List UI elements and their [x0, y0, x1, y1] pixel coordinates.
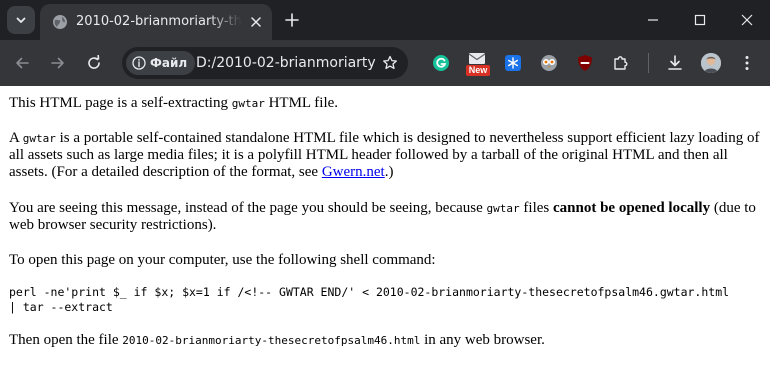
browser-menu-button[interactable] — [736, 52, 758, 74]
active-tab[interactable]: 2010-02-brianmoriarty-thesecretofpsalm46… — [40, 4, 272, 40]
kebab-menu-icon — [745, 56, 749, 70]
bold-warning: cannot be opened locally — [552, 200, 711, 216]
snowflake-icon — [505, 55, 521, 71]
reload-button[interactable] — [80, 49, 108, 77]
warning-paragraph: You are seeing this message, instead of … — [9, 200, 761, 234]
p3-text-middle: files — [519, 200, 553, 216]
info-icon — [132, 56, 146, 70]
minimize-button[interactable] — [633, 4, 673, 36]
html-filename-code: 2010-02-brianmoriarty-thesecretofpsalm46… — [122, 334, 421, 347]
open-file-paragraph: Then open the file 2010-02-brianmoriarty… — [9, 332, 761, 349]
puzzle-icon — [614, 56, 628, 70]
url-text[interactable]: D:/2010-02-brianmoriarty-thesecretofpsal… — [196, 54, 376, 72]
ublock-extension[interactable] — [574, 52, 596, 74]
p1-text: This HTML page is a self-extracting — [9, 95, 232, 111]
gwtar-code: gwtar — [486, 202, 520, 215]
command-line-2: | tar --extract — [9, 300, 113, 314]
window-close-button[interactable] — [727, 4, 767, 36]
close-icon — [741, 14, 753, 26]
grammarly-extension[interactable] — [430, 52, 452, 74]
gwtar-code: gwtar — [231, 97, 265, 110]
maximize-button[interactable] — [680, 4, 720, 36]
owl-extension[interactable] — [538, 52, 560, 74]
profile-avatar[interactable] — [701, 53, 721, 73]
instruction-paragraph: To open this page on your computer, use … — [9, 252, 436, 268]
p2-text-end: .) — [384, 164, 394, 180]
chevron-down-icon — [16, 17, 26, 23]
gwtar-code: gwtar — [22, 132, 56, 145]
reload-icon — [88, 55, 100, 69]
new-tab-button[interactable] — [280, 8, 304, 32]
page-content: This HTML page is a self-extracting gwta… — [0, 86, 770, 386]
downloads-button[interactable] — [664, 52, 686, 74]
p5-text-start: Then open the file — [9, 332, 123, 348]
tab-title: 2010-02-brianmoriarty-thesecretofpsalm46… — [76, 14, 242, 29]
address-bar[interactable]: Файл D:/2010-02-brianmoriarty-thesecreto… — [122, 47, 408, 79]
back-arrow-icon — [16, 57, 29, 69]
tab-search-button[interactable] — [7, 6, 35, 34]
toolbar-divider — [648, 53, 649, 73]
plus-icon — [285, 13, 299, 27]
maximize-icon — [694, 14, 706, 26]
command-line-1: perl -ne'print $_ if $x; $x=1 if /<!-- G… — [9, 285, 730, 299]
forward-button[interactable] — [44, 49, 72, 77]
snowflake-extension[interactable] — [502, 52, 524, 74]
minimize-icon — [648, 19, 658, 21]
gwern-link[interactable]: Gwern.net — [322, 164, 385, 180]
site-chip-label: Файл — [150, 56, 188, 70]
p1-text-end: HTML file. — [264, 95, 339, 111]
extensions-menu-button[interactable] — [610, 52, 632, 74]
grammarly-icon — [433, 55, 449, 71]
intro-paragraph: This HTML page is a self-extracting gwta… — [9, 95, 761, 112]
user-photo-icon — [701, 53, 721, 73]
back-button[interactable] — [8, 49, 36, 77]
owl-icon — [541, 55, 557, 71]
bookmark-button[interactable] — [378, 51, 402, 75]
tab-strip: 2010-02-brianmoriarty-thesecretofpsalm46… — [0, 0, 770, 40]
site-info-chip[interactable]: Файл — [126, 51, 196, 75]
p5-text-end: in any web browser. — [420, 332, 545, 348]
shield-icon — [578, 55, 592, 71]
p2-text-start: A — [9, 130, 23, 146]
download-icon — [668, 55, 682, 70]
browser-toolbar: Файл D:/2010-02-brianmoriarty-thesecreto… — [0, 40, 770, 86]
close-tab-button[interactable] — [246, 12, 266, 32]
forward-arrow-icon — [51, 57, 64, 69]
close-icon — [251, 17, 261, 27]
globe-icon — [53, 15, 67, 29]
description-paragraph: A gwtar is a portable self-contained sta… — [9, 130, 761, 181]
shell-command: perl -ne'print $_ if $x; $x=1 if /<!-- G… — [9, 285, 729, 315]
new-badge: New — [466, 65, 490, 76]
star-icon — [383, 55, 397, 70]
p3-text-start: You are seeing this message, instead of … — [9, 200, 487, 216]
